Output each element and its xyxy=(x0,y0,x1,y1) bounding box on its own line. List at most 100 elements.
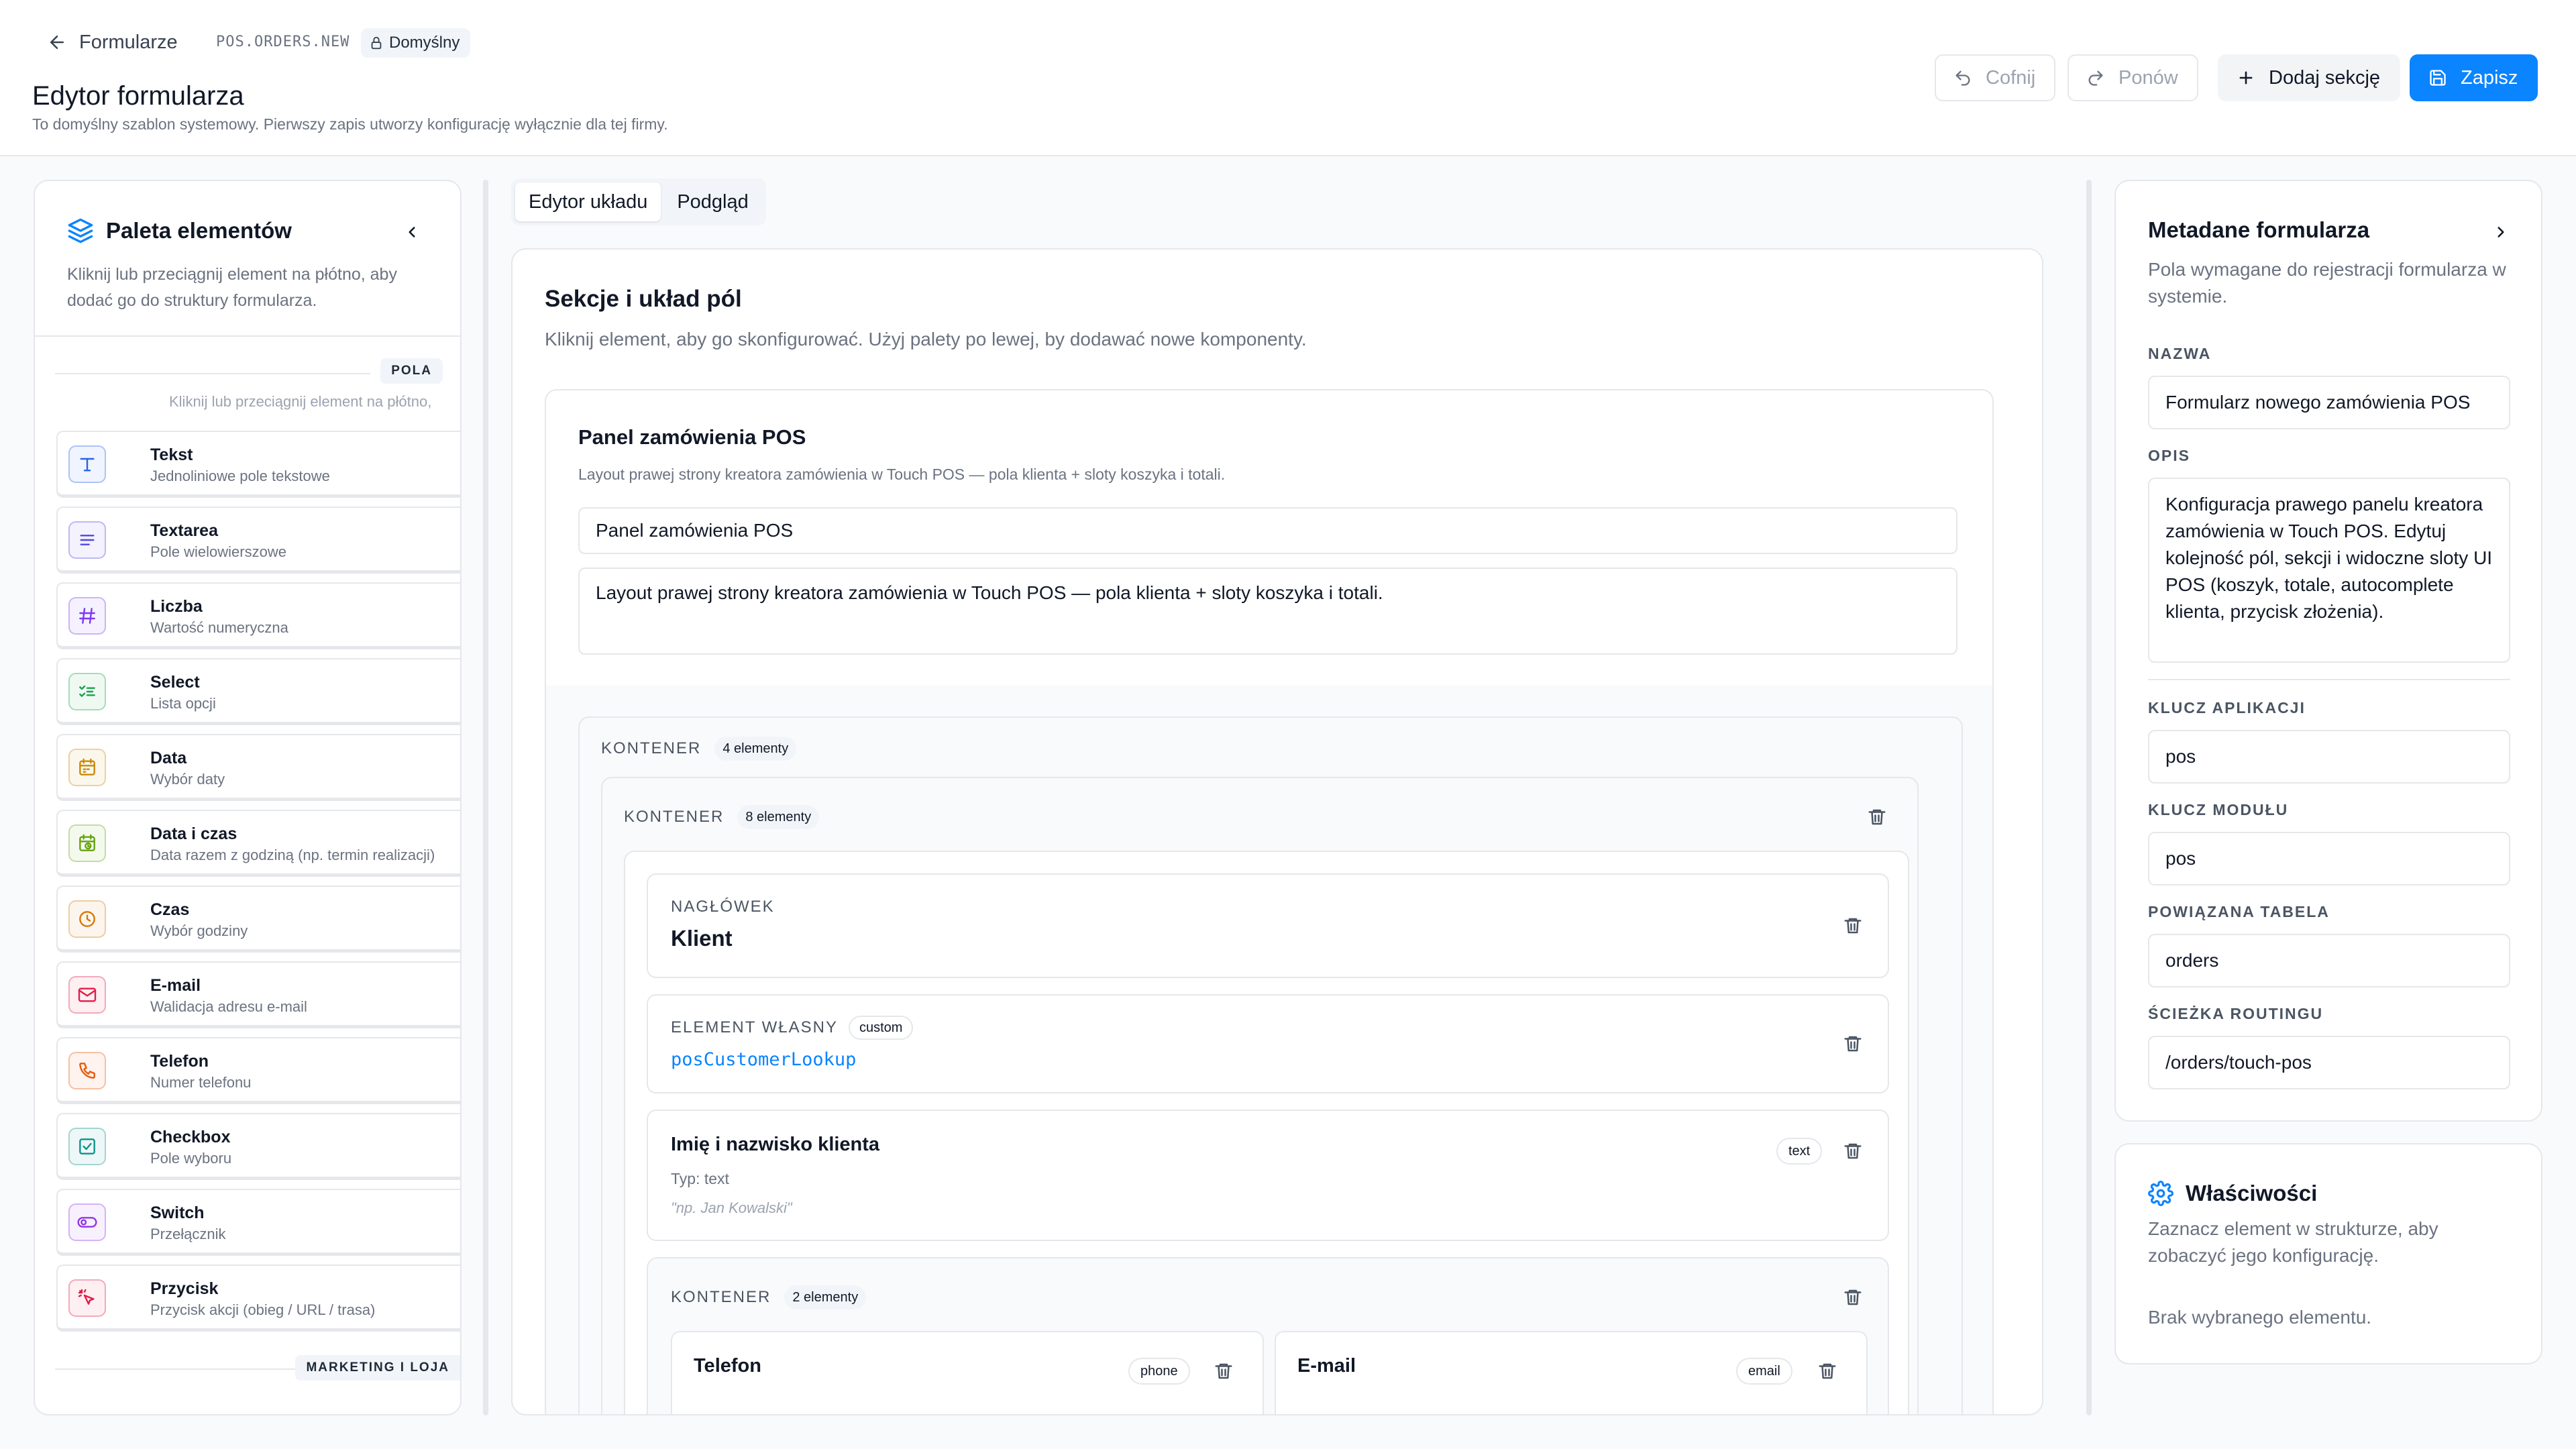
tab-preview[interactable]: Podgląd xyxy=(663,182,761,221)
table-input[interactable]: orders xyxy=(2148,934,2510,987)
collapse-metadata-chevron-right-icon[interactable] xyxy=(2486,217,2516,247)
metadata-title: Metadane formularza xyxy=(2148,217,2370,242)
redo-button[interactable]: Ponów xyxy=(2068,54,2198,101)
route-label: ŚCIEŻKA ROUTINGU xyxy=(2148,1005,2324,1022)
palette-item-checkbox[interactable]: Checkbox Pole wyboru xyxy=(56,1113,460,1180)
undo-label: Cofnij xyxy=(1986,66,2036,89)
palette-item-data-i-czas[interactable]: Data i czas Data razem z godziną (np. ter… xyxy=(56,810,460,877)
heading-element-card[interactable]: NAGŁÓWEK Klient xyxy=(647,873,1889,978)
redo-label: Ponów xyxy=(2118,66,2178,89)
palette-item-name: Data i czas xyxy=(150,824,237,843)
add-section-label: Dodaj sekcję xyxy=(2269,66,2381,89)
palette-item-select[interactable]: Select Lista opcji xyxy=(56,658,460,725)
divider xyxy=(35,335,460,337)
custom-element-label: ELEMENT WŁASNY custom xyxy=(671,1016,914,1040)
add-section-button[interactable]: Dodaj sekcję xyxy=(2218,54,2401,101)
palette-item-liczba[interactable]: Liczba Wartość numeryczna xyxy=(56,582,460,649)
palette-item-description: Data razem z godziną (np. termin realiza… xyxy=(150,847,435,863)
palette-item-description: Jednoliniowe pole tekstowe xyxy=(150,468,330,484)
palette-header: Paleta elementów xyxy=(67,217,292,244)
palette-item-name: Telefon xyxy=(150,1052,209,1071)
trash-icon[interactable] xyxy=(1210,1358,1237,1385)
save-icon xyxy=(2428,68,2447,87)
palette-list: Tekst Jednoliniowe pole tekstowe Textarea P… xyxy=(56,431,460,1340)
nested-container[interactable]: KONTENER 2 elementy Telefon phone E-mail… xyxy=(647,1257,1889,1414)
palette-item-description: Numer telefonu xyxy=(150,1074,252,1091)
phone-field-card[interactable]: Telefon phone xyxy=(671,1331,1264,1414)
heading-kicker: NAGŁÓWEK xyxy=(671,898,775,916)
section-description-textarea[interactable]: Layout prawej strony kreatora zamówienia… xyxy=(578,568,1957,655)
inner-container[interactable]: KONTENER 8 elementy NAGŁÓWEK Klient ELEM… xyxy=(601,777,1919,1414)
trash-icon[interactable] xyxy=(1839,1030,1866,1057)
field-type-line: Typ: text xyxy=(671,1170,729,1187)
align-left-icon xyxy=(68,521,106,559)
form-section[interactable]: Panel zamówienia POS Layout prawej stron… xyxy=(545,389,1994,1414)
trash-icon[interactable] xyxy=(1839,1138,1866,1165)
palette-item-telefon[interactable]: Telefon Numer telefonu xyxy=(56,1037,460,1104)
text-icon xyxy=(68,445,106,483)
email-field-card[interactable]: E-mail email xyxy=(1275,1331,1868,1414)
breadcrumb-forms-link[interactable]: Formularze xyxy=(79,29,178,56)
container-kicker: KONTENER xyxy=(624,808,724,826)
right-resize-handle[interactable] xyxy=(2086,180,2092,1415)
field-type-badge: text xyxy=(1776,1138,1823,1165)
left-resize-handle[interactable] xyxy=(483,180,488,1415)
field-placeholder: "np. Jan Kowalski" xyxy=(671,1199,792,1216)
section-name-input[interactable]: Panel zamówienia POS xyxy=(578,507,1957,554)
app-key-input[interactable]: pos xyxy=(2148,730,2510,784)
palette-item-przycisk[interactable]: Przycisk Przycisk akcji (obieg / URL / tr… xyxy=(56,1265,460,1332)
custom-kicker: ELEMENT WŁASNY xyxy=(671,1018,838,1036)
outer-container[interactable]: KONTENER 4 elementy KONTENER 8 elementy xyxy=(578,716,1963,1414)
palette-item-description: Pole wyboru xyxy=(150,1150,232,1167)
fields-section-hint: Kliknij lub przeciągnij element na płótn… xyxy=(169,393,432,410)
palette-item-description: Lista opcji xyxy=(150,695,216,712)
back-arrow-icon[interactable] xyxy=(40,29,74,56)
form-code: POS.ORDERS.NEW xyxy=(216,34,350,50)
name-input[interactable]: Formularz nowego zamówienia POS xyxy=(2148,376,2510,429)
save-button[interactable]: Zapisz xyxy=(2410,54,2538,101)
app-key-label: KLUCZ APLIKACJI xyxy=(2148,699,2306,716)
palette-description: Kliknij lub przeciągnij element na płótn… xyxy=(67,265,397,310)
container-count-badge: 2 elementy xyxy=(784,1285,867,1309)
palette-item-description: Wartość numeryczna xyxy=(150,619,288,636)
email-type-badge: email xyxy=(1736,1358,1792,1385)
calendar-clock-icon xyxy=(68,824,106,862)
custom-element-card[interactable]: ELEMENT WŁASNY custom posCustomerLookup xyxy=(647,994,1889,1093)
section-description: Layout prawej strony kreatora zamówienia… xyxy=(578,466,1226,483)
fields-section-label: POLA xyxy=(380,358,443,384)
field-label: Imię i nazwisko klienta xyxy=(671,1134,880,1155)
divider xyxy=(55,1368,317,1370)
palette-item-switch[interactable]: Switch Przełącznik xyxy=(56,1189,460,1256)
canvas-subtitle: Kliknij element, aby go skonfigurować. U… xyxy=(545,329,1307,350)
checkbox-icon xyxy=(68,1128,106,1165)
trash-icon[interactable] xyxy=(1864,804,1890,830)
description-textarea[interactable]: Konfiguracja prawego panelu kreatora zam… xyxy=(2148,478,2510,663)
text-field-card[interactable]: Imię i nazwisko klienta Typ: text "np. J… xyxy=(647,1110,1889,1241)
palette-item-tekst[interactable]: Tekst Jednoliniowe pole tekstowe xyxy=(56,431,460,498)
container-count-badge: 4 elementy xyxy=(714,737,797,761)
palette-item-data[interactable]: Data Wybór daty xyxy=(56,734,460,801)
palette-item-textarea[interactable]: Textarea Pole wielowierszowe xyxy=(56,506,460,574)
route-input[interactable]: /orders/touch-pos xyxy=(2148,1036,2510,1089)
palette-item-e-mail[interactable]: E-mail Walidacja adresu e-mail xyxy=(56,961,460,1028)
element-palette: Paleta elementów Kliknij lub przeciągnij… xyxy=(34,180,462,1415)
phone-icon xyxy=(68,1052,106,1089)
container-kicker: KONTENER xyxy=(601,739,702,757)
palette-item-description: Wybór daty xyxy=(150,771,225,788)
trash-icon[interactable] xyxy=(1839,1284,1866,1311)
palette-item-description: Wybór godziny xyxy=(150,922,248,939)
heading-text: Klient xyxy=(671,926,733,951)
trash-icon[interactable] xyxy=(1839,912,1866,939)
redo-icon xyxy=(2086,68,2105,87)
palette-item-czas[interactable]: Czas Wybór godziny xyxy=(56,885,460,953)
collapse-palette-chevron-left-icon[interactable] xyxy=(397,217,427,247)
module-key-label: KLUCZ MODUŁU xyxy=(2148,801,2289,818)
undo-button[interactable]: Cofnij xyxy=(1935,54,2056,101)
container-count-badge: 8 elementy xyxy=(737,805,820,829)
properties-panel: Właściwości Zaznacz element w strukturze… xyxy=(2114,1143,2542,1364)
page-subtitle: To domyślny szablon systemowy. Pierwszy … xyxy=(32,115,668,133)
table-label: POWIĄZANA TABELA xyxy=(2148,903,2330,920)
tab-layout-editor[interactable]: Edytor układu xyxy=(515,182,661,221)
module-key-input[interactable]: pos xyxy=(2148,832,2510,885)
trash-icon[interactable] xyxy=(1814,1358,1841,1385)
